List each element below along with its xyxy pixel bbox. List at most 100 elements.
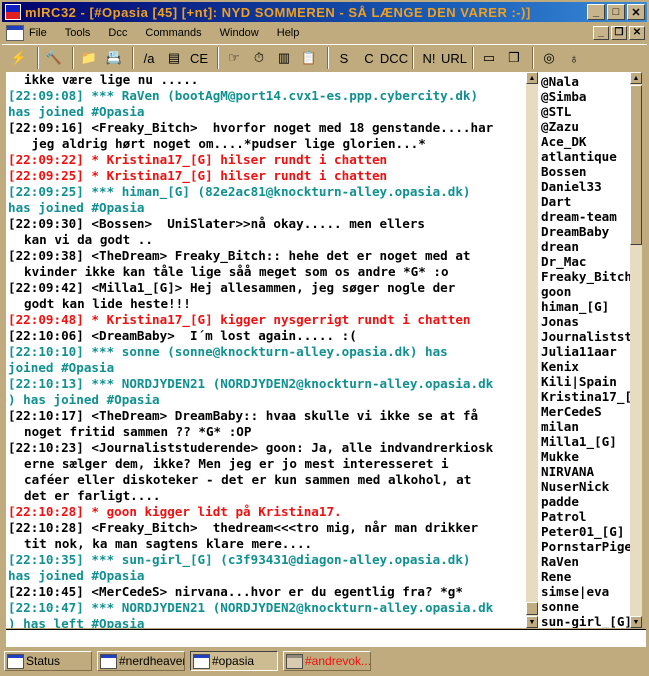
switchbar-tab-nerdheaven[interactable]: #nerdheaven [97, 651, 185, 671]
nick-list[interactable]: @Nala @Simba @STL @Zazu Ace_DK atlantique Boss… [538, 72, 630, 628]
scroll-down-arrow-icon[interactable]: ▼ [526, 616, 538, 628]
menu-window[interactable]: Window [220, 27, 259, 39]
dcc-send-button[interactable]: S [333, 47, 355, 69]
options-button[interactable]: 🔨 [43, 47, 65, 69]
colors-button[interactable]: ▥ [273, 47, 295, 69]
remote-button[interactable]: CE [188, 47, 210, 69]
dcc-chat-button[interactable]: C [358, 47, 380, 69]
nick-item[interactable]: Jonas [541, 314, 630, 329]
nick-item[interactable]: Kili|Spain [541, 374, 630, 389]
channels-folder-button[interactable]: 📁 [78, 47, 100, 69]
nick-item[interactable]: Patrol [541, 509, 630, 524]
nick-item[interactable]: Rene [541, 569, 630, 584]
toolbar-separator [532, 47, 534, 69]
mirc-app-icon[interactable] [5, 4, 21, 20]
menu-file[interactable]: File [29, 27, 47, 39]
nick-item[interactable]: Journaliststuderende [541, 329, 630, 344]
nick-item[interactable]: DreamBaby [541, 224, 630, 239]
menu-tools[interactable]: Tools [65, 27, 91, 39]
chat-text-area[interactable]: ikke være lige nu ..... [22:09:08] *** Ra… [6, 72, 526, 628]
nick-item[interactable]: Ace_DK [541, 134, 630, 149]
notes-icon: 📋 [300, 50, 318, 65]
nick-item[interactable]: atlantique [541, 149, 630, 164]
nicklist-scroll-thumb[interactable] [630, 85, 642, 245]
close-button[interactable]: ✕ [627, 4, 645, 20]
menu-commands[interactable]: Commands [145, 27, 201, 39]
chat-scrollbar[interactable]: ▲ ▼ [526, 72, 538, 628]
address-book-button[interactable]: 📇 [103, 47, 125, 69]
finger-button[interactable]: ☞ [223, 47, 245, 69]
nick-item[interactable]: simse|eva [541, 584, 630, 599]
join-message-line: [22:10:35] *** sun-girl_[G] (c3f93431@di… [8, 552, 471, 567]
timer-button[interactable]: ⏱ [248, 47, 270, 69]
tile-button[interactable]: ▭ [478, 47, 500, 69]
nick-item[interactable]: @STL [541, 104, 630, 119]
join-message-line: [22:10:10] *** sonne (sonne@knockturn-al… [8, 344, 448, 359]
nick-item[interactable]: Dart [541, 194, 630, 209]
nick-item[interactable]: padde [541, 494, 630, 509]
switchbar-tab-opasia[interactable]: #opasia [190, 651, 278, 671]
nick-item[interactable]: Peter01_[G] [541, 524, 630, 539]
scroll-up-arrow-icon[interactable]: ▲ [630, 72, 642, 84]
notify-button[interactable]: N! [418, 47, 440, 69]
action-message-line: [22:10:28] * goon kigger lidt på Kristin… [8, 504, 342, 519]
nick-item[interactable]: milan [541, 419, 630, 434]
nick-item[interactable]: MerCedeS [541, 404, 630, 419]
nick-item[interactable]: RaVen [541, 554, 630, 569]
message-input[interactable] [6, 629, 646, 647]
nick-item[interactable]: goon [541, 284, 630, 299]
nick-item[interactable]: Freaky_Bitch [541, 269, 630, 284]
nick-item[interactable]: @Simba [541, 89, 630, 104]
nicklist-scrollbar[interactable]: ▲ ▼ [630, 72, 642, 628]
maximize-button[interactable]: □ [607, 4, 625, 20]
dcc-chat-icon: C [364, 50, 374, 66]
nick-item[interactable]: sun-girl_[G] [541, 614, 630, 628]
menu-help[interactable]: Help [277, 27, 300, 39]
chat-scroll-thumb[interactable] [526, 602, 538, 615]
about-button[interactable]: ♁ [563, 47, 585, 69]
nick-item[interactable]: Kenix [541, 359, 630, 374]
dcc-options-button[interactable]: DCC [380, 47, 408, 69]
scroll-down-arrow-icon[interactable]: ▼ [630, 616, 642, 628]
nick-item[interactable]: @Nala [541, 74, 630, 89]
mdi-restore-button[interactable]: ❐ [611, 25, 627, 40]
popups-button[interactable]: ▤ [163, 47, 185, 69]
url-list-button[interactable]: URL [441, 47, 467, 69]
connect-button[interactable]: ⚡ [8, 47, 30, 69]
chat-message-line: [22:10:45] <MerCedeS> nirvana...hvor er … [8, 584, 463, 599]
cascade-icon: ❐ [508, 50, 520, 65]
switchbar-tab-label: #nerdheaven [119, 654, 185, 668]
channel-window-icon[interactable] [6, 24, 24, 41]
mdi-minimize-button[interactable]: _ [593, 25, 609, 40]
nick-item[interactable]: Dr_Mac [541, 254, 630, 269]
join-message-line: [22:10:13] *** NORDJYDEN21 (NORDJYDEN2@k… [8, 376, 494, 391]
nick-item[interactable]: Mukke [541, 449, 630, 464]
menu-dcc[interactable]: Dcc [108, 27, 127, 39]
nick-item[interactable]: sonne [541, 599, 630, 614]
scroll-up-arrow-icon[interactable]: ▲ [526, 72, 538, 84]
switchbar-tab-status[interactable]: Status [4, 651, 92, 671]
nick-item[interactable]: himan_[G] [541, 299, 630, 314]
nick-item[interactable]: Daniel33 [541, 179, 630, 194]
nick-item[interactable]: NIRVANA [541, 464, 630, 479]
window-icon [286, 653, 303, 669]
minimize-button[interactable]: _ [587, 4, 605, 20]
action-message-line: [22:09:25] * Kristina17_[G] hilser rundt… [8, 168, 388, 183]
cascade-button[interactable]: ❐ [503, 47, 525, 69]
mdi-close-button[interactable]: ✕ [629, 25, 645, 40]
action-message-line: [22:09:22] * Kristina17_[G] hilser rundt… [8, 152, 388, 167]
help-button[interactable]: ◎ [538, 47, 560, 69]
nick-item[interactable]: dream-team [541, 209, 630, 224]
about-icon: ♁ [569, 50, 579, 66]
nick-item[interactable]: Julia11aar [541, 344, 630, 359]
switchbar-tab-andrevok[interactable]: #andrevok... [283, 651, 371, 671]
nick-item[interactable]: drean [541, 239, 630, 254]
nick-item[interactable]: @Zazu [541, 119, 630, 134]
notes-button[interactable]: 📋 [298, 47, 320, 69]
nick-item[interactable]: NuserNick [541, 479, 630, 494]
nick-item[interactable]: Kristina17_[G] [541, 389, 630, 404]
nick-item[interactable]: Milla1_[G] [541, 434, 630, 449]
nick-item[interactable]: Bossen [541, 164, 630, 179]
aliases-button[interactable]: /a [138, 47, 160, 69]
nick-item[interactable]: PornstarPige [541, 539, 630, 554]
